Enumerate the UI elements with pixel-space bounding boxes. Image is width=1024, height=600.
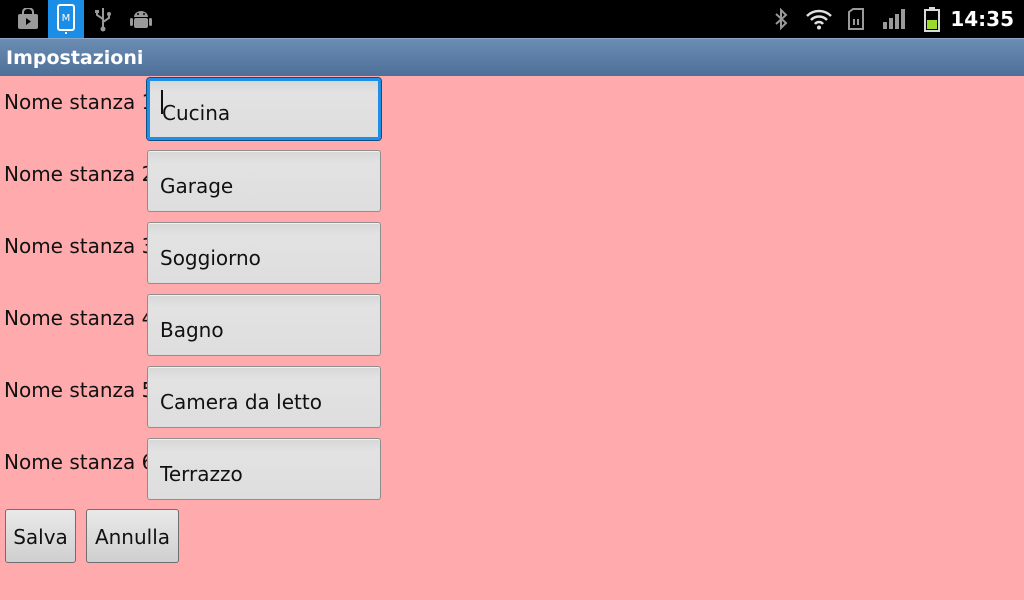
room-name-input-1[interactable] [147,78,381,140]
usb-icon[interactable] [90,0,116,38]
text-caret [161,90,163,114]
room-row-4: Nome stanza 4 [0,294,400,358]
room-name-input-2[interactable] [147,150,381,212]
room-name-input-6[interactable] [147,438,381,500]
room-label-1: Nome stanza 1 [4,90,155,114]
room-row-6: Nome stanza 6 [0,438,400,502]
room-row-2: Nome stanza 2 [0,150,400,214]
phone-app-letter: M [62,13,71,24]
room-label-5: Nome stanza 5 [4,378,155,402]
room-label-4: Nome stanza 4 [4,306,155,330]
status-clock: 14:35 [950,7,1014,31]
wifi-icon [804,0,834,38]
room-row-5: Nome stanza 5 [0,366,400,430]
signal-icon [880,0,910,38]
page-title: Impostazioni [6,47,144,69]
cancel-button[interactable]: Annulla [86,509,179,563]
status-bar: M 14:35 [0,0,1024,38]
room-name-input-5[interactable] [147,366,381,428]
room-row-3: Nome stanza 3 [0,222,400,286]
room-name-input-3[interactable] [147,222,381,284]
battery-icon [920,0,944,38]
room-label-6: Nome stanza 6 [4,450,155,474]
room-label-2: Nome stanza 2 [4,162,155,186]
android-debug-icon[interactable] [128,0,154,38]
room-name-input-4[interactable] [147,294,381,356]
sd-card-icon [846,0,866,38]
title-bar: Impostazioni [0,38,1024,76]
bluetooth-icon [770,0,792,38]
save-button[interactable]: Salva [5,509,76,563]
shopping-bag-icon[interactable] [14,0,42,38]
room-row-1: Nome stanza 1 [0,78,400,142]
phone-app-icon[interactable]: M [48,0,84,38]
room-label-3: Nome stanza 3 [4,234,155,258]
